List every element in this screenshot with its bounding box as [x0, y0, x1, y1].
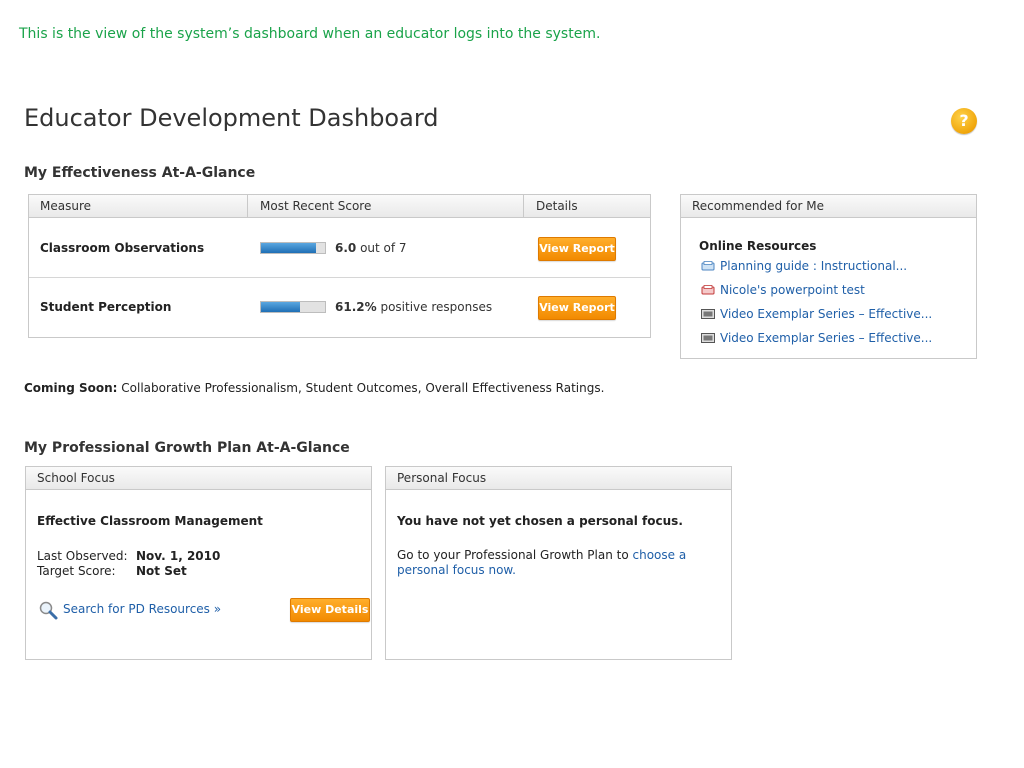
recommended-panel: Recommended for Me Online Resources Plan… [680, 194, 977, 359]
video-icon [701, 309, 715, 319]
school-focus-panel: School Focus Effective Classroom Managem… [25, 466, 372, 660]
document-icon [701, 261, 715, 271]
score-value: 61.2% [335, 300, 377, 314]
column-header-score: Most Recent Score [260, 199, 372, 213]
personal-focus-header: Personal Focus [386, 467, 731, 490]
score-classroom-observations: 6.0 out of 7 [335, 241, 407, 255]
measure-classroom-observations: Classroom Observations [40, 241, 205, 255]
resource-link[interactable]: Video Exemplar Series – Effective... [701, 306, 932, 322]
target-score-label: Target Score: [37, 564, 116, 578]
growth-section-title: My Professional Growth Plan At-A-Glance [24, 440, 350, 456]
effectiveness-table-header: Measure Most Recent Score Details [29, 195, 650, 218]
resource-link[interactable]: Nicole's powerpoint test [701, 282, 865, 298]
resource-label[interactable]: Video Exemplar Series – Effective... [720, 307, 932, 321]
recommended-header: Recommended for Me [681, 195, 976, 218]
effectiveness-section-title: My Effectiveness At-A-Glance [24, 165, 256, 181]
personal-focus-instructions: Go to your Professional Growth Plan to c… [397, 548, 729, 578]
video-icon [701, 333, 715, 343]
resource-label[interactable]: Video Exemplar Series – Effective... [720, 331, 932, 345]
school-focus-header-label: School Focus [37, 471, 115, 485]
score-student-perception: 61.2% positive responses [335, 300, 492, 314]
coming-soon-label: Coming Soon: [24, 381, 118, 395]
search-icon [39, 601, 58, 620]
personal-focus-text: Go to your Professional Growth Plan to [397, 548, 633, 562]
view-report-button[interactable]: View Report [538, 237, 616, 261]
help-icon[interactable]: ? [951, 108, 977, 134]
view-details-button[interactable]: View Details [290, 598, 370, 622]
resource-link[interactable]: Video Exemplar Series – Effective... [701, 330, 932, 346]
resource-label[interactable]: Planning guide : Instructional... [720, 259, 907, 273]
score-value: 6.0 [335, 241, 357, 255]
pdf-icon [701, 285, 715, 295]
resource-link[interactable]: Planning guide : Instructional... [701, 258, 907, 274]
resource-label[interactable]: Nicole's powerpoint test [720, 283, 865, 297]
school-focus-title: Effective Classroom Management [37, 514, 263, 528]
caption: This is the view of the system’s dashboa… [19, 26, 601, 42]
score-bar-fill [261, 243, 317, 253]
page-title: Educator Development Dashboard [24, 104, 439, 132]
score-text: positive responses [376, 300, 493, 314]
personal-focus-header-label: Personal Focus [397, 471, 487, 485]
score-text: out of 7 [356, 241, 407, 255]
personal-focus-panel: Personal Focus You have not yet chosen a… [385, 466, 732, 660]
column-header-measure: Measure [40, 199, 91, 213]
score-bar-fill [261, 302, 301, 312]
view-report-button[interactable]: View Report [538, 296, 616, 320]
recommended-header-label: Recommended for Me [692, 199, 824, 213]
column-header-details: Details [536, 199, 578, 213]
effectiveness-table: Measure Most Recent Score Details Classr… [28, 194, 651, 338]
personal-focus-message: You have not yet chosen a personal focus… [397, 514, 683, 528]
last-observed-label: Last Observed: [37, 549, 128, 563]
school-focus-header: School Focus [26, 467, 371, 490]
search-pd-resources-label[interactable]: Search for PD Resources » [63, 602, 221, 616]
last-observed-value: Nov. 1, 2010 [136, 549, 221, 563]
coming-soon-note: Coming Soon: Collaborative Professionali… [24, 381, 604, 395]
score-bar [260, 301, 326, 313]
coming-soon-text: Collaborative Professionalism, Student O… [117, 381, 605, 395]
online-resources-title: Online Resources [699, 239, 817, 253]
score-bar [260, 242, 326, 254]
measure-student-perception: Student Perception [40, 300, 172, 314]
target-score-value: Not Set [136, 564, 187, 578]
